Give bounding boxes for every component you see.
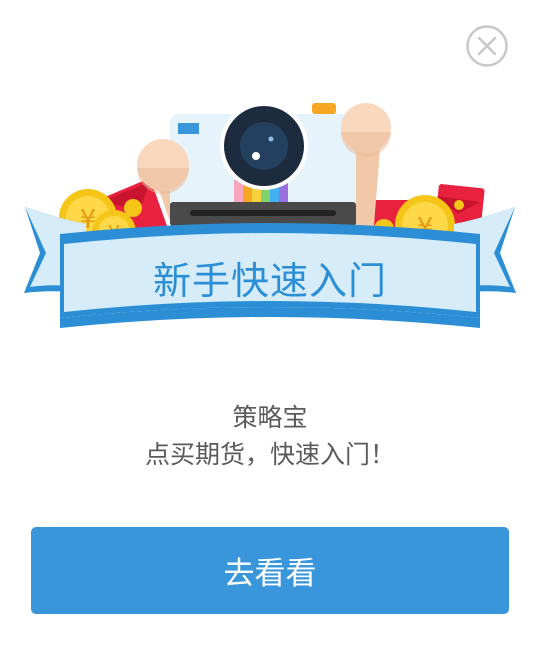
dialog-subtitle: 策略宝 [232, 403, 308, 432]
close-icon [466, 25, 508, 67]
banner-title: 新手快速入门 [152, 259, 387, 303]
hand-left-icon [137, 139, 189, 194]
go-see-button[interactable]: 去看看 [31, 527, 509, 614]
close-button[interactable] [466, 25, 508, 67]
banner-illustration: ¥ ¥ ¥ [24, 102, 516, 328]
go-see-button-label: 去看看 [223, 556, 317, 592]
dialog-description: 点买期货，快速入门！ [144, 440, 395, 469]
camera-icon [170, 102, 356, 226]
hand-right-icon [341, 103, 391, 157]
